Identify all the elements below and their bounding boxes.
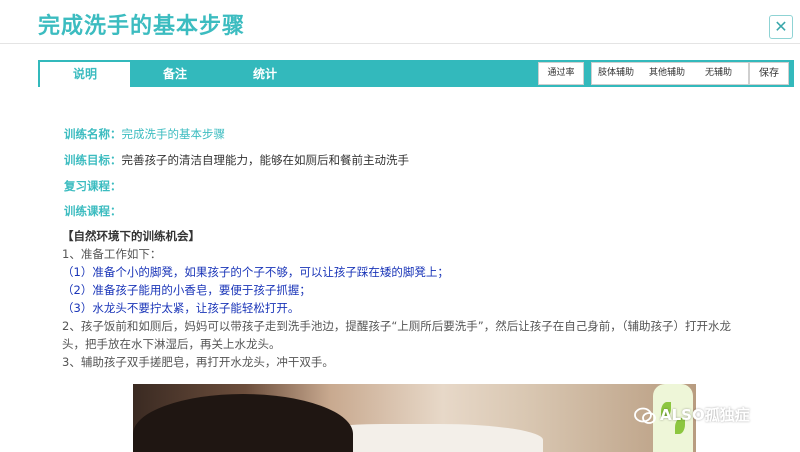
close-button[interactable]: ✕ (769, 15, 793, 39)
training-goal-value: 完善孩子的清洁自理能力，能够在如厕后和餐前主动洗手 (121, 153, 410, 167)
list-item: 3、辅助孩子双手搓肥皂，再打开水龙头，冲干双手。 (62, 355, 334, 369)
assist-level-group: 肢体辅助 其他辅助 无辅助 (591, 62, 749, 85)
training-course-row: 训练课程： (64, 203, 122, 219)
list-item: 头，把手放在水下淋湿后，再关上水龙头。 (62, 337, 281, 351)
tab-description[interactable]: 说明 (40, 62, 130, 87)
review-course-label: 复习课程： (64, 179, 122, 193)
wechat-icon (634, 407, 656, 424)
hand-washing-photo (133, 384, 696, 452)
training-name-row: 训练名称：完成洗手的基本步骤 (64, 126, 225, 142)
list-item: （2）准备孩子能用的小香皂，要便于孩子抓握； (62, 283, 311, 297)
training-name-label: 训练名称： (64, 127, 122, 141)
other-assist-option[interactable]: 其他辅助 (649, 63, 685, 84)
physical-assist-option[interactable]: 肢体辅助 (598, 63, 634, 84)
dialog-header: 完成洗手的基本步骤 ✕ (0, 0, 800, 44)
list-item: （3）水龙头不要拧太紧，让孩子能轻松打开。 (62, 301, 300, 315)
training-name-value: 完成洗手的基本步骤 (121, 127, 226, 141)
watermark-text: ALSO孤独症 (660, 406, 750, 424)
watermark: ALSO孤独症 (634, 404, 750, 428)
review-course-row: 复习课程： (64, 178, 122, 194)
no-assist-option[interactable]: 无辅助 (705, 63, 732, 84)
training-goal-row: 训练目标：完善孩子的清洁自理能力，能够在如厕后和餐前主动洗手 (64, 152, 409, 168)
list-item: 2、孩子饭前和如厕后，妈妈可以带孩子走到洗手池边，提醒孩子“上厕所后要洗手”，然… (62, 319, 731, 333)
section-title: 【自然环境下的训练机会】 (62, 229, 200, 243)
child-hair-shape (133, 394, 353, 452)
tab-notes[interactable]: 备注 (130, 62, 220, 87)
save-button[interactable]: 保存 (749, 62, 789, 85)
list-item: 1、准备工作如下： (62, 247, 162, 261)
training-goal-label: 训练目标： (64, 153, 122, 167)
training-course-label: 训练课程： (64, 204, 122, 218)
pass-rate-button[interactable]: 通过率 (538, 62, 584, 85)
close-icon: ✕ (774, 17, 788, 36)
page-title: 完成洗手的基本步骤 (38, 14, 246, 39)
tab-statistics[interactable]: 统计 (220, 62, 310, 87)
list-item: （1）准备个小的脚凳，如果孩子的个子不够，可以让孩子踩在矮的脚凳上； (62, 265, 449, 279)
tab-bar: 说明 备注 统计 通过率 肢体辅助 其他辅助 无辅助 保存 (38, 60, 794, 87)
